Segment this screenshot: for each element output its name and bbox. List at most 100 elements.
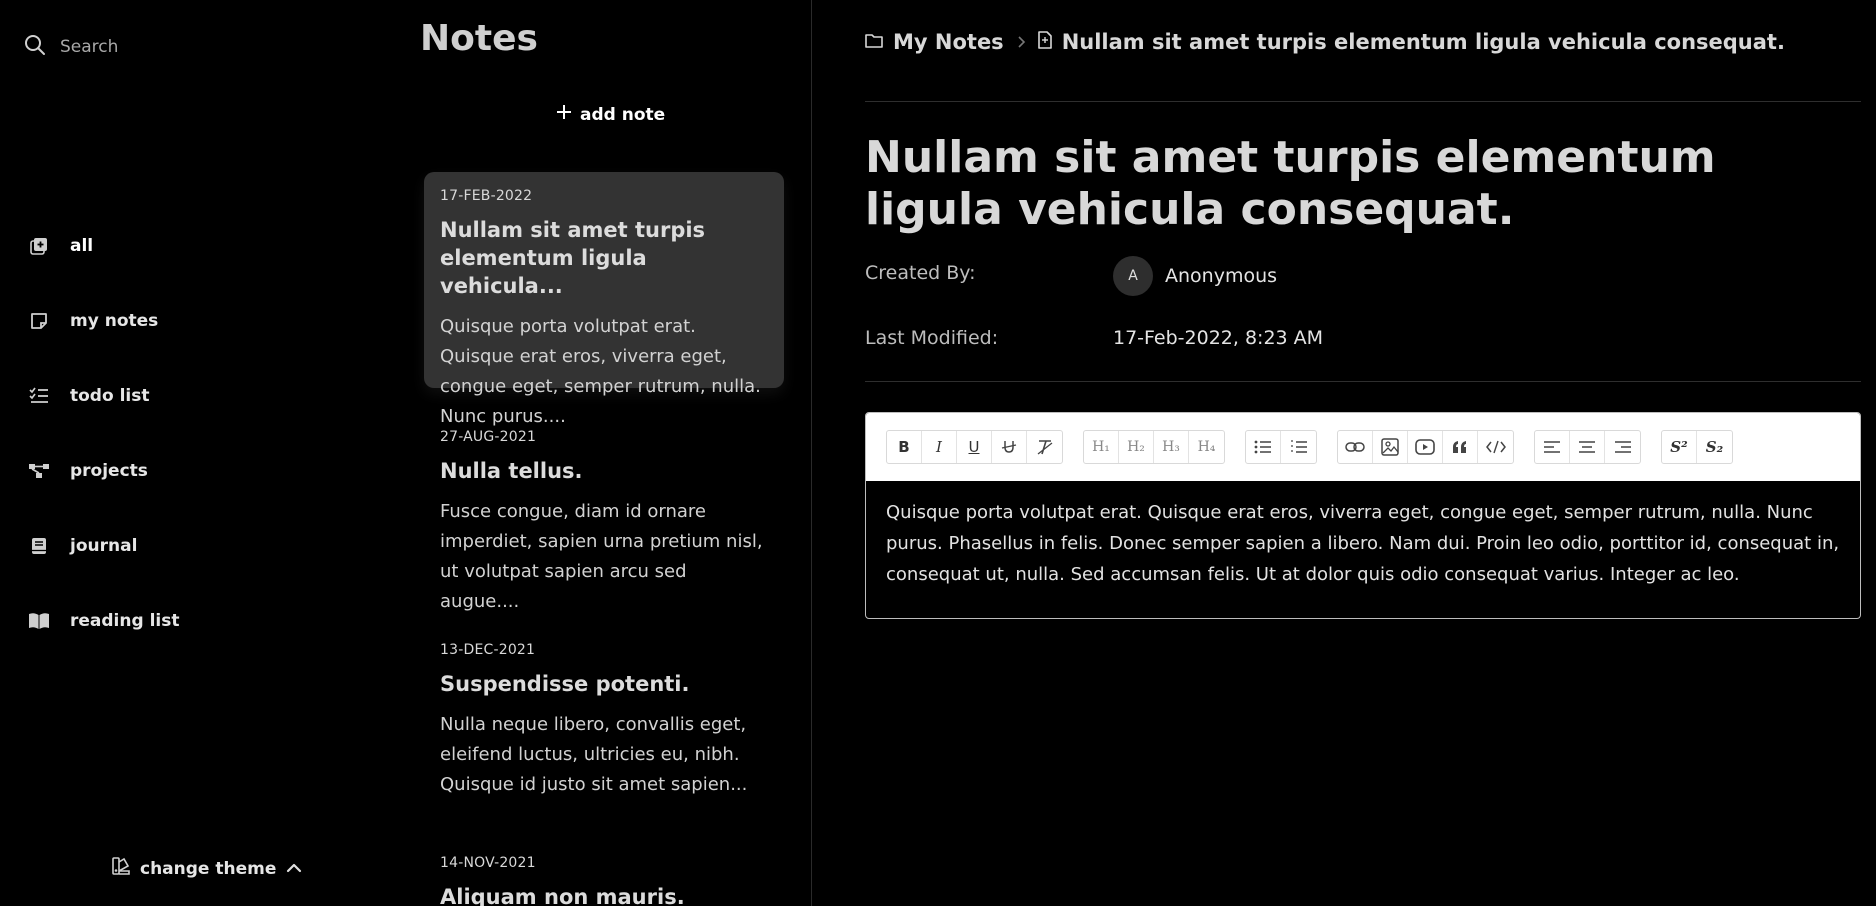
bold-button[interactable]: B	[887, 431, 922, 463]
sidebar-item-all[interactable]: all	[28, 208, 179, 283]
note-date: 27-AUG-2021	[440, 429, 537, 445]
superscript-button[interactable]: S²	[1662, 431, 1697, 463]
italic-button[interactable]: I	[922, 431, 957, 463]
note-title-heading[interactable]: Nullam sit amet turpis elementum ligula …	[865, 132, 1845, 236]
sidebar-item-label: my notes	[70, 310, 159, 331]
breadcrumb: My Notes Nullam sit amet turpis elementu…	[865, 30, 1785, 54]
note-title: Suspendisse potenti.	[440, 672, 690, 696]
note-date: 13-DEC-2021	[440, 642, 536, 658]
video-icon	[1415, 439, 1435, 455]
note-date: 17-FEB-2022	[440, 188, 533, 204]
divider	[865, 381, 1861, 382]
align-right-button[interactable]	[1605, 431, 1640, 463]
align-group	[1534, 430, 1641, 464]
note-date: 14-NOV-2021	[440, 855, 536, 871]
add-note-label: add note	[580, 104, 666, 125]
underline-button[interactable]: U	[957, 431, 992, 463]
sidebar: Search all my notes todo list projects j…	[0, 0, 410, 906]
heading-group: H₁ H₂ H₃ H₄	[1083, 430, 1225, 464]
sidebar-item-label: todo list	[70, 385, 150, 406]
search-box[interactable]: Search	[24, 34, 118, 60]
plus-icon	[556, 104, 572, 125]
document-icon	[1037, 30, 1052, 54]
journal-book-icon	[28, 535, 50, 557]
author-info: A Anonymous	[1113, 256, 1277, 296]
editor-content[interactable]: Quisque porta volutpat erat. Quisque era…	[866, 481, 1860, 606]
image-icon	[1381, 438, 1399, 456]
created-by-label: Created By:	[865, 262, 976, 284]
note-excerpt: Fusce congue, diam id ornare imperdiet, …	[440, 501, 763, 612]
note-card[interactable]: 27-AUG-2021 Nulla tellus. Fusce congue, …	[424, 413, 784, 633]
editor-toolbar: B I U H₁ H₂ H₃ H₄ S² S₂	[866, 413, 1860, 481]
heading-2-button[interactable]: H₂	[1119, 431, 1154, 463]
format-group: B I U	[886, 430, 1063, 464]
video-button[interactable]	[1408, 431, 1443, 463]
strikethrough-icon	[1001, 441, 1017, 453]
sidebar-item-journal[interactable]: journal	[28, 508, 179, 583]
link-button[interactable]	[1338, 431, 1373, 463]
quote-icon	[1453, 441, 1466, 453]
insert-group	[1337, 430, 1514, 464]
align-right-icon	[1614, 441, 1631, 453]
breadcrumb-note-label: Nullam sit amet turpis elementum ligula …	[1061, 30, 1785, 54]
add-note-button[interactable]: add note	[556, 104, 665, 125]
search-input[interactable]: Search	[60, 37, 118, 57]
code-button[interactable]	[1478, 431, 1513, 463]
open-book-icon	[28, 610, 50, 632]
change-theme-label: change theme	[140, 858, 277, 879]
folder-icon	[865, 30, 883, 54]
sticky-note-icon	[28, 310, 50, 332]
sidebar-item-label: journal	[70, 535, 138, 556]
align-left-icon	[1544, 441, 1560, 453]
sidebar-item-todo-list[interactable]: todo list	[28, 358, 179, 433]
strikethrough-button[interactable]	[992, 431, 1027, 463]
avatar: A	[1113, 256, 1153, 296]
divider	[865, 101, 1861, 102]
heading-1-button[interactable]: H₁	[1084, 431, 1119, 463]
sidebar-item-label: all	[70, 235, 94, 256]
heading-3-button[interactable]: H₃	[1154, 431, 1189, 463]
note-card[interactable]: 17-FEB-2022 Nullam sit amet turpis eleme…	[424, 172, 784, 427]
note-title: Aliquam non mauris.	[440, 885, 685, 906]
note-card[interactable]: 14-NOV-2021 Aliquam non mauris.	[424, 839, 784, 906]
code-icon	[1485, 440, 1506, 454]
note-title: Nullam sit amet turpis elementum ligula …	[440, 218, 706, 298]
last-modified-value: 17-Feb-2022, 8:23 AM	[1113, 327, 1324, 349]
sidebar-nav: all my notes todo list projects journal …	[28, 208, 179, 658]
sidebar-item-reading-list[interactable]: reading list	[28, 583, 179, 658]
clear-format-button[interactable]	[1027, 431, 1062, 463]
subscript-button[interactable]: S₂	[1697, 431, 1732, 463]
breadcrumb-folder-label: My Notes	[893, 30, 1004, 54]
breadcrumb-note[interactable]: Nullam sit amet turpis elementum ligula …	[1037, 30, 1785, 54]
project-tree-icon	[28, 460, 50, 482]
link-icon	[1345, 442, 1365, 452]
change-theme-button[interactable]: change theme	[112, 857, 302, 880]
clear-format-icon	[1037, 440, 1052, 455]
sidebar-item-my-notes[interactable]: my notes	[28, 283, 179, 358]
bullet-list-button[interactable]	[1246, 431, 1281, 463]
numbered-list-icon	[1290, 440, 1307, 453]
image-button[interactable]	[1373, 431, 1408, 463]
breadcrumb-folder[interactable]: My Notes	[865, 30, 1004, 54]
chevron-right-icon	[1016, 30, 1026, 54]
author-name: Anonymous	[1165, 265, 1278, 287]
note-excerpt: Nulla neque libero, convallis eget, elei…	[440, 714, 748, 795]
sidebar-item-projects[interactable]: projects	[28, 433, 179, 508]
note-card[interactable]: 13-DEC-2021 Suspendisse potenti. Nulla n…	[424, 626, 784, 816]
palette-icon	[112, 857, 130, 880]
sidebar-item-label: projects	[70, 460, 148, 481]
blockquote-button[interactable]	[1443, 431, 1478, 463]
add-note-icon	[28, 235, 50, 257]
heading-4-button[interactable]: H₄	[1189, 431, 1224, 463]
chevron-up-icon	[286, 859, 302, 879]
last-modified-label: Last Modified:	[865, 327, 999, 349]
checklist-icon	[28, 385, 50, 407]
note-title: Nulla tellus.	[440, 459, 583, 483]
align-center-button[interactable]	[1570, 431, 1605, 463]
notes-list-panel: Notes add note 17-FEB-2022 Nullam sit am…	[410, 0, 812, 906]
rich-text-editor: B I U H₁ H₂ H₃ H₄ S² S₂ Quisque porta vo…	[865, 412, 1861, 619]
search-icon	[24, 34, 46, 60]
align-left-button[interactable]	[1535, 431, 1570, 463]
numbered-list-button[interactable]	[1281, 431, 1316, 463]
note-editor: My Notes Nullam sit amet turpis elementu…	[813, 0, 1876, 906]
